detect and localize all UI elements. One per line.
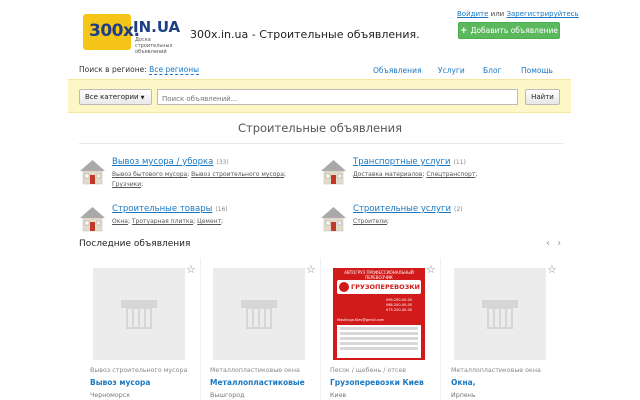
- logo-tagline: Доска строительных объявлений: [135, 37, 173, 55]
- no-image-icon: [121, 300, 157, 329]
- ad-headline: ГРУЗОПЕРЕВОЗКИ: [351, 283, 420, 291]
- listing-city: Киев: [330, 392, 347, 399]
- section-title: Строительные объявления: [237, 121, 403, 135]
- truck-icon: [339, 282, 349, 292]
- auth-links: Войдите или Зарегистрируйтесь: [457, 10, 579, 18]
- register-link[interactable]: Зарегистрируйтесь: [506, 10, 578, 18]
- listing-city: Черноморск: [90, 392, 131, 399]
- subcategory-list: Вывоз бытового мусора; Вывоз строительно…: [112, 171, 286, 188]
- caret-down-icon: ▼: [140, 95, 145, 101]
- category-link[interactable]: Транспортные услуги (11): [353, 157, 466, 167]
- ad-service-list: [337, 325, 421, 358]
- listing-category: Песок / щебень / отсев: [330, 367, 406, 374]
- search-button[interactable]: Найти: [525, 89, 560, 105]
- category-select-value: Все категории: [85, 93, 139, 101]
- search-bar: Все категории▼ Найти: [68, 79, 571, 113]
- subcategory-list: Доставка материалов; Спецтранспорт;: [353, 171, 478, 178]
- nav-item-listings[interactable]: Объявления: [373, 66, 421, 75]
- nav-item-services[interactable]: Услуги: [438, 66, 465, 75]
- region-link[interactable]: Все регионы: [149, 65, 200, 75]
- subcategory-link[interactable]: Тротуарная плитка: [132, 218, 193, 225]
- subcategory-link[interactable]: Грузчики: [112, 181, 141, 188]
- category-title: Строительные услуги: [353, 204, 451, 214]
- subcategory-link[interactable]: Спецтранспорт: [426, 171, 475, 178]
- listing-city: Вышгород: [210, 392, 245, 399]
- listing-title[interactable]: Грузоперевозки Киев: [330, 378, 438, 387]
- category-count: (11): [453, 159, 466, 166]
- region-label: Поиск в регионе:: [79, 65, 147, 74]
- listing-thumbnail[interactable]: АВТОГРУЗ ПРОФЕССИОНАЛЬНЫЙ ПЕРЕВОЗЧИК ГРУ…: [333, 268, 425, 360]
- subcategory-link[interactable]: Доставка материалов: [353, 171, 422, 178]
- category-count: (2): [454, 206, 463, 213]
- listing-title[interactable]: Металлопластиковые: [210, 378, 318, 387]
- house-icon: [80, 160, 105, 185]
- listing-title[interactable]: Окна,: [451, 378, 559, 387]
- listing-city: Ирпень: [451, 392, 476, 399]
- carousel-arrows[interactable]: ‹ ›: [546, 238, 563, 249]
- subcategory-link[interactable]: Вывоз строительного мусора: [191, 171, 284, 178]
- star-outline-icon[interactable]: ☆: [186, 263, 196, 276]
- category-count: (16): [215, 206, 228, 213]
- ad-top-text: АВТОГРУЗ ПРОФЕССИОНАЛЬНЫЙ ПЕРЕВОЗЧИК: [344, 270, 414, 280]
- add-listing-button[interactable]: + Добавить объявление: [458, 22, 560, 39]
- site-title: 300x.in.ua - Строительные объявления.: [190, 28, 420, 41]
- logo-suffix: IN.UA: [133, 18, 181, 36]
- category-select[interactable]: Все категории ▼: [79, 89, 152, 105]
- nav-item-help[interactable]: Помощь: [521, 66, 553, 75]
- ad-email: Mashinga.Kiev@gmail.com: [337, 318, 385, 322]
- subcategory-link[interactable]: Окна: [112, 218, 128, 225]
- listing-card[interactable]: АВТОГРУЗ ПРОФЕССИОНАЛЬНЫЙ ПЕРЕВОЗЧИК ГРУ…: [320, 258, 441, 400]
- star-outline-icon[interactable]: ☆: [426, 263, 436, 276]
- logo-badge: 300x.: [83, 14, 140, 50]
- category-title: Строительные товары: [112, 204, 213, 214]
- search-input[interactable]: [157, 89, 518, 105]
- listing-card[interactable]: ☆ Вывоз строительного мусора Вывоз мусор…: [80, 258, 201, 400]
- login-link[interactable]: Войдите: [457, 10, 488, 18]
- listing-thumbnail[interactable]: [454, 268, 546, 360]
- divider: [79, 143, 563, 144]
- category-link[interactable]: Вывоз мусора / уборка (33): [112, 157, 229, 167]
- subcategory-list: Строители;: [353, 218, 390, 225]
- subcategory-link[interactable]: Вывоз бытового мусора: [112, 171, 187, 178]
- category-count: (33): [216, 159, 229, 166]
- subcategory-list: Окна; Тротуарная плитка; Цемент;: [112, 218, 224, 225]
- no-image-icon: [241, 300, 277, 329]
- category-title: Вывоз мусора / уборка: [112, 157, 214, 167]
- listing-thumbnail[interactable]: [93, 268, 185, 360]
- star-outline-icon[interactable]: ☆: [306, 263, 316, 276]
- star-outline-icon[interactable]: ☆: [547, 263, 557, 276]
- listing-category: Металлопластиковые окна: [451, 367, 541, 374]
- subcategory-link[interactable]: Цемент: [197, 218, 221, 225]
- category-title: Транспортные услуги: [353, 157, 451, 167]
- region-selector: Поиск в регионе: Все регионы: [79, 65, 200, 75]
- ad-phone: 073-200-00-00: [385, 308, 413, 312]
- category-link[interactable]: Строительные товары (16): [112, 204, 228, 214]
- house-icon: [80, 207, 105, 232]
- site-logo[interactable]: 300x. IN.UA Доска строительных объявлени…: [83, 14, 183, 55]
- add-listing-label: Добавить объявление: [470, 26, 558, 35]
- listing-card[interactable]: ☆ Металлопластиковые окна Металлопластик…: [200, 258, 321, 400]
- ad-phones: 099-200-00-00 068-200-00-00 073-200-00-0…: [377, 298, 421, 313]
- listing-thumbnail[interactable]: [213, 268, 305, 360]
- listing-category: Вывоз строительного мусора: [90, 367, 188, 374]
- house-icon: [321, 160, 346, 185]
- latest-listings-title: Последние объявления: [79, 239, 191, 249]
- logo-main-text: 300x.: [89, 21, 140, 41]
- ad-headline-row: ГРУЗОПЕРЕВОЗКИ: [337, 280, 421, 294]
- no-image-icon: [482, 300, 518, 329]
- plus-icon: +: [460, 25, 468, 36]
- listing-category: Металлопластиковые окна: [210, 367, 300, 374]
- listing-card[interactable]: ☆ Металлопластиковые окна Окна, Ирпень: [441, 258, 559, 400]
- nav-item-blog[interactable]: Блог: [483, 66, 501, 75]
- subcategory-link[interactable]: Строители: [353, 218, 387, 225]
- auth-or-text: или: [488, 10, 507, 18]
- category-link[interactable]: Строительные услуги (2): [353, 204, 463, 214]
- listing-title[interactable]: Вывоз мусора: [90, 378, 198, 387]
- house-icon: [321, 207, 346, 232]
